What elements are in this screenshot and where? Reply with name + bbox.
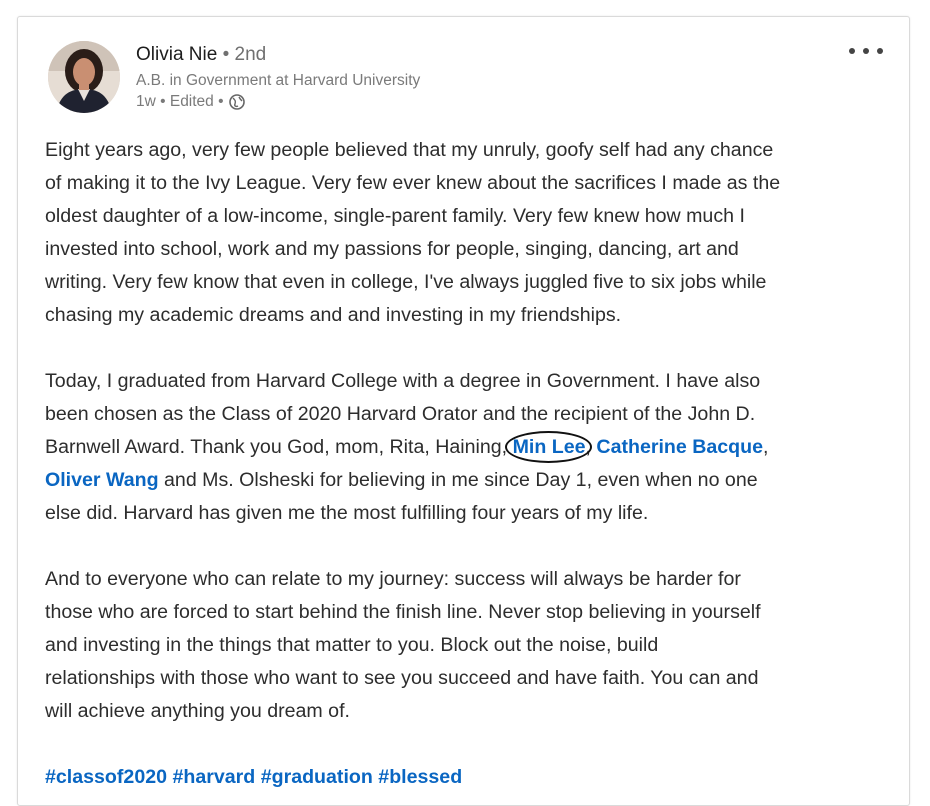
- connection-degree: • 2nd: [222, 44, 267, 65]
- text-line: and investing in the things that matter …: [45, 634, 659, 656]
- hashtag-blessed[interactable]: #blessed: [378, 766, 462, 788]
- mention-min-lee[interactable]: Min Lee: [513, 436, 586, 458]
- hashtag-graduation[interactable]: #graduation: [261, 766, 373, 788]
- text-line: will achieve anything you dream of.: [45, 700, 350, 722]
- text-line: invested into school, work and my passio…: [45, 238, 739, 260]
- text-segment: and Ms. Olsheski for believing in me sin…: [158, 469, 758, 491]
- post-meta: 1w • Edited •: [136, 91, 420, 112]
- text-line: Today, I graduated from Harvard College …: [45, 370, 761, 392]
- text-line: relationships with those who want to see…: [45, 667, 759, 689]
- text-line: been chosen as the Class of 2020 Harvard…: [45, 403, 756, 425]
- text-line: those who are forced to start behind the…: [45, 601, 761, 623]
- author-row: Olivia Nie • 2nd: [136, 43, 420, 67]
- hashtags: #classof2020 #harvard #graduation #bless…: [45, 761, 895, 794]
- text-segment: ,: [763, 436, 769, 458]
- mention-catherine-bacque[interactable]: Catherine Bacque: [596, 436, 763, 458]
- post-body: Eight years ago, very few people believe…: [45, 134, 895, 794]
- text-line: chasing my academic dreams and and inves…: [45, 304, 622, 326]
- globe-icon: [228, 93, 246, 111]
- text-segment: Barnwell Award. Thank you God, mom, Rita…: [45, 436, 513, 458]
- avatar-photo: [48, 41, 120, 113]
- text-line: oldest daughter of a low-income, single-…: [45, 205, 745, 227]
- author-name[interactable]: Olivia Nie: [136, 44, 217, 65]
- post-card: Olivia Nie • 2nd A.B. in Government at H…: [17, 16, 910, 806]
- hashtag-harvard[interactable]: #harvard: [172, 766, 255, 788]
- text-line: writing. Very few know that even in coll…: [45, 271, 767, 293]
- text-line: Barnwell Award. Thank you God, mom, Rita…: [45, 431, 895, 464]
- text-segment: ,: [585, 436, 597, 458]
- text-line: Eight years ago, very few people believe…: [45, 139, 774, 161]
- text-line: of making it to the Ivy League. Very few…: [45, 172, 781, 194]
- avatar[interactable]: [48, 41, 120, 113]
- paragraph-2: Today, I graduated from Harvard College …: [45, 365, 895, 530]
- text-line: And to everyone who can relate to my jou…: [45, 568, 741, 590]
- circled-mention: Min Lee: [504, 431, 592, 464]
- text-line: else did. Harvard has given me the most …: [45, 502, 649, 524]
- hashtag-classof2020[interactable]: #classof2020: [45, 766, 167, 788]
- text-line: Oliver Wang and Ms. Olsheski for believi…: [45, 464, 895, 497]
- more-options-icon[interactable]: [849, 43, 883, 59]
- mention-oliver-wang[interactable]: Oliver Wang: [45, 469, 159, 491]
- post-timestamp: 1w • Edited •: [136, 93, 224, 110]
- paragraph-1: Eight years ago, very few people believe…: [45, 134, 895, 332]
- author-headline: A.B. in Government at Harvard University: [136, 72, 421, 89]
- paragraph-3: And to everyone who can relate to my jou…: [45, 563, 895, 728]
